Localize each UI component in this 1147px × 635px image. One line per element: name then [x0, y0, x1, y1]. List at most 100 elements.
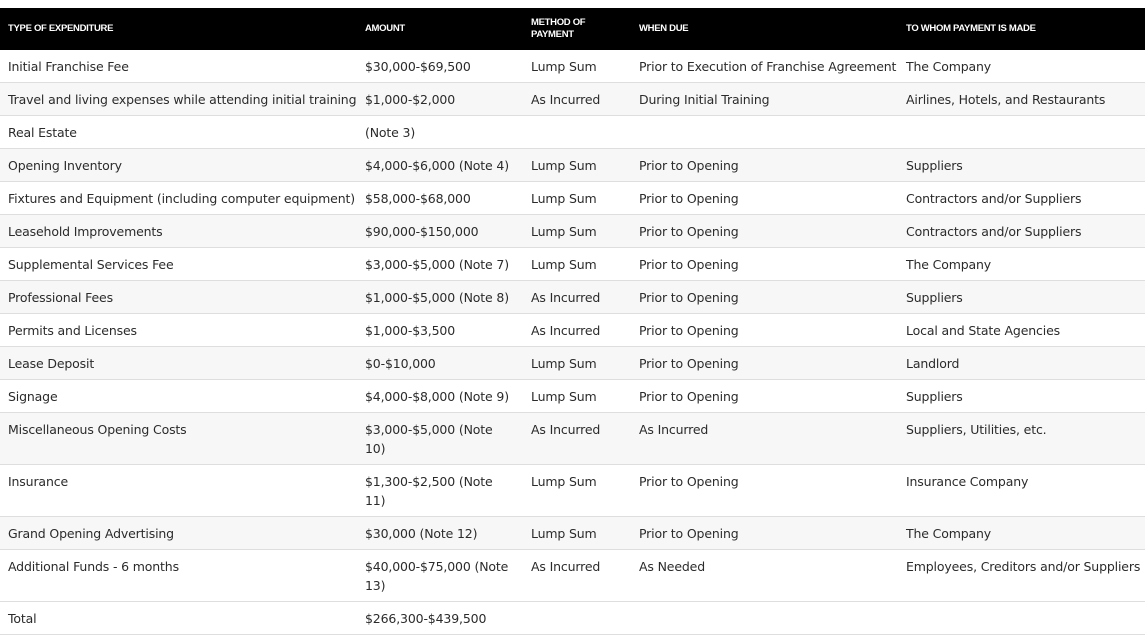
type-cell: Initial Franchise Fee: [0, 50, 357, 83]
amount-cell: $30,000-$69,500: [357, 50, 523, 83]
payee-cell: Employees, Creditors and/or Suppliers: [898, 549, 1145, 602]
table-row: Leasehold Improvements $90,000-$150,000 Lu…: [0, 214, 1145, 248]
expenditure-table: Type of Expenditure Amount Method of Pay…: [0, 8, 1145, 635]
type-cell: Miscellaneous Opening Costs: [0, 412, 357, 465]
method-cell: Lump Sum: [523, 181, 631, 215]
table-row-total: Total $266,300-$439,500: [0, 601, 1145, 635]
table-row: Professional Fees $1,000-$5,000 (Note 8) A…: [0, 280, 1145, 314]
header-to-whom-payment-is-made: To Whom Payment Is Made: [898, 8, 1145, 50]
payee-cell: Suppliers, Utilities, etc.: [898, 412, 1145, 465]
payee-cell: Contractors and/or Suppliers: [898, 214, 1145, 248]
payee-cell: Suppliers: [898, 148, 1145, 182]
amount-cell: $1,000-$5,000 (Note 8): [357, 280, 523, 314]
payee-cell: Suppliers: [898, 379, 1145, 413]
method-cell: Lump Sum: [523, 379, 631, 413]
method-cell: As Incurred: [523, 313, 631, 347]
table-row: Initial Franchise Fee $30,000-$69,500 Lump…: [0, 50, 1145, 83]
table-row: Opening Inventory $4,000-$6,000 (Note 4) L…: [0, 148, 1145, 182]
table-body: Initial Franchise Fee $30,000-$69,500 Lump…: [0, 50, 1145, 635]
when-due-cell: Prior to Opening: [631, 280, 898, 314]
table-header: Type of Expenditure Amount Method of Pay…: [0, 8, 1145, 50]
payee-cell: The Company: [898, 247, 1145, 281]
type-cell: Professional Fees: [0, 280, 357, 314]
payee-cell: The Company: [898, 50, 1145, 83]
type-cell: Lease Deposit: [0, 346, 357, 380]
payee-cell: [898, 601, 1145, 635]
table-row: Miscellaneous Opening Costs $3,000-$5,000…: [0, 412, 1145, 465]
method-cell: Lump Sum: [523, 247, 631, 281]
when-due-cell: Prior to Opening: [631, 247, 898, 281]
method-cell: As Incurred: [523, 549, 631, 602]
when-due-cell: During Initial Training: [631, 82, 898, 116]
amount-cell: $40,000-$75,000 (Note 13): [357, 549, 523, 602]
when-due-cell: Prior to Opening: [631, 214, 898, 248]
payee-cell: Insurance Company: [898, 464, 1145, 517]
table-row: Real Estate (Note 3): [0, 115, 1145, 149]
amount-cell: $1,000-$2,000: [357, 82, 523, 116]
method-cell: [523, 115, 631, 149]
method-cell: Lump Sum: [523, 214, 631, 248]
table-row: Fixtures and Equipment (including comput…: [0, 181, 1145, 215]
header-when-due: When Due: [631, 8, 898, 50]
amount-cell: (Note 3): [357, 115, 523, 149]
method-cell: Lump Sum: [523, 464, 631, 517]
table-row: Lease Deposit $0-$10,000 Lump Sum Prior to …: [0, 346, 1145, 380]
when-due-cell: Prior to Opening: [631, 148, 898, 182]
when-due-cell: Prior to Opening: [631, 181, 898, 215]
amount-cell: $30,000 (Note 12): [357, 516, 523, 550]
amount-cell: $4,000-$6,000 (Note 4): [357, 148, 523, 182]
type-cell: Total: [0, 601, 357, 635]
amount-cell: $90,000-$150,000: [357, 214, 523, 248]
header-amount: Amount: [357, 8, 523, 50]
type-cell: Travel and living expenses while attendi…: [0, 82, 357, 116]
header-type-of-expenditure: Type of Expenditure: [0, 8, 357, 50]
header-method-of-payment: Method of Payment: [523, 8, 631, 50]
type-cell: Insurance: [0, 464, 357, 517]
when-due-cell: Prior to Opening: [631, 313, 898, 347]
type-cell: Leasehold Improvements: [0, 214, 357, 248]
table-row: Supplemental Services Fee $3,000-$5,000 (…: [0, 247, 1145, 281]
amount-cell: $3,000-$5,000 (Note 7): [357, 247, 523, 281]
amount-cell: $4,000-$8,000 (Note 9): [357, 379, 523, 413]
when-due-cell: [631, 115, 898, 149]
type-cell: Grand Opening Advertising: [0, 516, 357, 550]
method-cell: As Incurred: [523, 82, 631, 116]
payee-cell: [898, 115, 1145, 149]
when-due-cell: Prior to Opening: [631, 464, 898, 517]
method-cell: Lump Sum: [523, 516, 631, 550]
type-cell: Permits and Licenses: [0, 313, 357, 347]
when-due-cell: Prior to Opening: [631, 516, 898, 550]
table-row: Travel and living expenses while attendi…: [0, 82, 1145, 116]
amount-cell: $1,000-$3,500: [357, 313, 523, 347]
type-cell: Real Estate: [0, 115, 357, 149]
payee-cell: Landlord: [898, 346, 1145, 380]
when-due-cell: As Needed: [631, 549, 898, 602]
table-row: Insurance $1,300-$2,500 (Note 11) Lump Sum…: [0, 464, 1145, 517]
when-due-cell: Prior to Opening: [631, 346, 898, 380]
amount-cell: $3,000-$5,000 (Note 10): [357, 412, 523, 465]
when-due-cell: [631, 601, 898, 635]
method-cell: As Incurred: [523, 280, 631, 314]
when-due-cell: Prior to Opening: [631, 379, 898, 413]
amount-cell: $1,300-$2,500 (Note 11): [357, 464, 523, 517]
payee-cell: Airlines, Hotels, and Restaurants: [898, 82, 1145, 116]
table-row: Permits and Licenses $1,000-$3,500 As Incu…: [0, 313, 1145, 347]
type-cell: Signage: [0, 379, 357, 413]
header-row: Type of Expenditure Amount Method of Pay…: [0, 8, 1145, 50]
amount-cell: $266,300-$439,500: [357, 601, 523, 635]
amount-cell: $0-$10,000: [357, 346, 523, 380]
type-cell: Fixtures and Equipment (including comput…: [0, 181, 357, 215]
table-row: Additional Funds - 6 months $40,000-$75,0…: [0, 549, 1145, 602]
type-cell: Supplemental Services Fee: [0, 247, 357, 281]
payee-cell: The Company: [898, 516, 1145, 550]
type-cell: Additional Funds - 6 months: [0, 549, 357, 602]
method-cell: Lump Sum: [523, 148, 631, 182]
table-row: Signage $4,000-$8,000 (Note 9) Lump Sum Pri…: [0, 379, 1145, 413]
method-cell: As Incurred: [523, 412, 631, 465]
expenditure-table-container: Type of Expenditure Amount Method of Pay…: [0, 8, 1147, 635]
method-cell: [523, 601, 631, 635]
method-cell: Lump Sum: [523, 50, 631, 83]
when-due-cell: Prior to Execution of Franchise Agreemen…: [631, 50, 898, 83]
when-due-cell: As Incurred: [631, 412, 898, 465]
type-cell: Opening Inventory: [0, 148, 357, 182]
